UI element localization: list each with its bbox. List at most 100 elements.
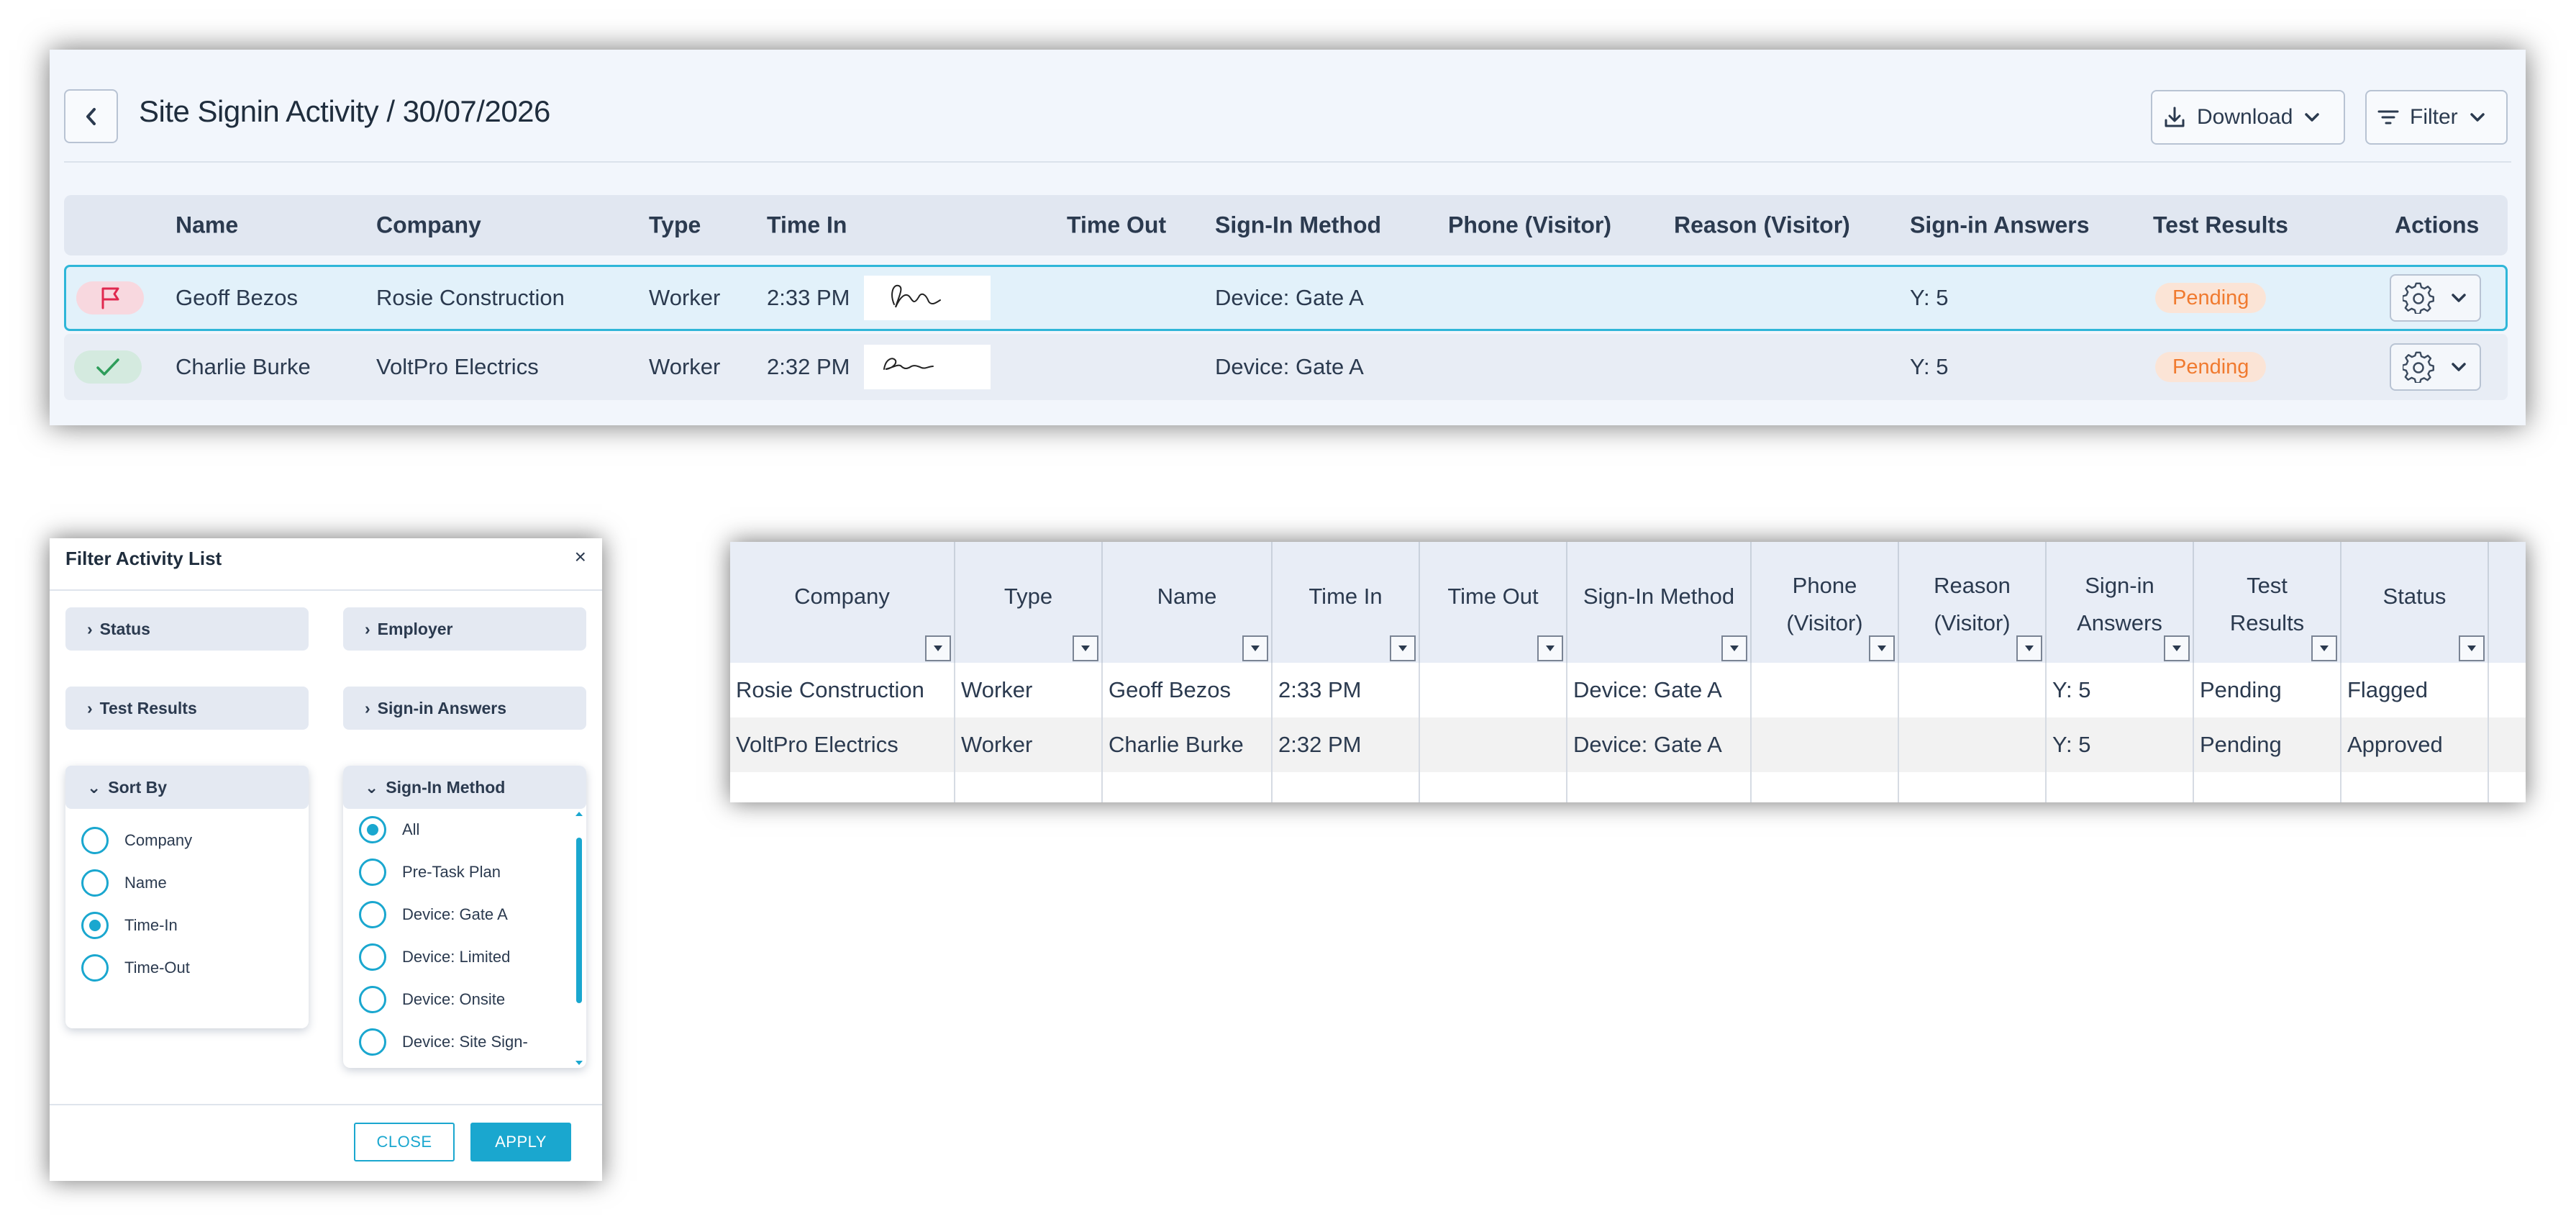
section-signin-answers[interactable]: › Sign-in Answers (343, 687, 586, 730)
table-row[interactable]: Charlie Burke VoltPro Electrics Worker 2… (64, 334, 2508, 400)
signature-image[interactable] (864, 345, 991, 389)
sheet-cell[interactable]: Worker (955, 663, 1103, 717)
column-filter-dropdown[interactable] (1537, 635, 1563, 661)
sheet-cell[interactable] (1567, 772, 1752, 802)
col-time-out[interactable]: Time Out (1067, 212, 1166, 239)
radio-button-selected[interactable] (359, 816, 386, 843)
back-button[interactable] (64, 89, 118, 143)
col-time-in[interactable]: Time In (767, 212, 847, 239)
close-icon[interactable]: × (575, 545, 586, 569)
sheet-cell[interactable] (2341, 772, 2489, 802)
sheet-cell[interactable]: Device: Gate A (1567, 717, 1752, 772)
section-test-results[interactable]: › Test Results (65, 687, 309, 730)
col-signin-method[interactable]: Sign-In Method (1215, 212, 1381, 239)
column-filter-dropdown[interactable] (925, 635, 951, 661)
sheet-cell[interactable]: Y: 5 (2047, 663, 2194, 717)
radio-button[interactable] (81, 869, 109, 897)
sort-option-time-out[interactable]: Time-Out (81, 954, 190, 982)
sheet-cell[interactable]: Charlie Burke (1103, 717, 1273, 772)
section-employer[interactable]: › Employer (343, 607, 586, 651)
col-name[interactable]: Name (176, 212, 238, 239)
radio-button-selected[interactable] (81, 912, 109, 939)
sheet-cell[interactable]: 2:32 PM (1273, 717, 1420, 772)
scroll-down-icon[interactable] (575, 1059, 583, 1066)
scroll-up-icon[interactable] (575, 810, 583, 817)
sheet-cell[interactable]: Y: 5 (2047, 717, 2194, 772)
sheet-cell[interactable] (1752, 772, 1899, 802)
method-option-onsite[interactable]: Device: Onsite (359, 986, 505, 1013)
close-button[interactable]: CLOSE (354, 1123, 455, 1161)
status-approved-chip[interactable] (74, 350, 142, 384)
sheet-cell[interactable]: Pending (2194, 717, 2341, 772)
filter-button[interactable]: Filter (2365, 90, 2508, 145)
radio-button[interactable] (81, 827, 109, 854)
sheet-row[interactable]: VoltPro Electrics Worker Charlie Burke 2… (730, 717, 2526, 772)
sheet-cell[interactable] (730, 772, 955, 802)
sheet-cell[interactable]: Geoff Bezos (1103, 663, 1273, 717)
col-reason-visitor[interactable]: Reason (Visitor) (1674, 212, 1850, 239)
sheet-cell[interactable]: Worker (955, 717, 1103, 772)
radio-button[interactable] (359, 901, 386, 928)
apply-button[interactable]: APPLY (470, 1123, 571, 1161)
col-signin-answers[interactable]: Sign-in Answers (1910, 212, 2090, 239)
sheet-cell[interactable] (1899, 717, 2047, 772)
download-button[interactable]: Download (2151, 90, 2345, 145)
method-option-all[interactable]: All (359, 816, 419, 843)
sheet-cell[interactable]: Device: Gate A (1567, 663, 1752, 717)
col-type[interactable]: Type (649, 212, 701, 239)
sheet-cell[interactable]: Pending (2194, 663, 2341, 717)
row-actions-button[interactable] (2390, 343, 2481, 391)
sheet-cell[interactable] (1752, 663, 1899, 717)
section-status[interactable]: › Status (65, 607, 309, 651)
method-option-site-sign[interactable]: Device: Site Sign- (359, 1028, 528, 1056)
column-filter-dropdown[interactable] (1242, 635, 1268, 661)
sort-option-company[interactable]: Company (81, 827, 192, 854)
sheet-cell[interactable] (2047, 772, 2194, 802)
col-phone-visitor[interactable]: Phone (Visitor) (1448, 212, 1611, 239)
col-test-results[interactable]: Test Results (2153, 212, 2288, 239)
scrollbar-thumb[interactable] (576, 838, 582, 1003)
sheet-cell[interactable] (1899, 772, 2047, 802)
sheet-cell[interactable]: Rosie Construction (730, 663, 955, 717)
radio-button[interactable] (359, 1028, 386, 1056)
radio-button[interactable] (359, 859, 386, 886)
sheet-row-empty[interactable] (730, 772, 2526, 802)
table-row[interactable]: Geoff Bezos Rosie Construction Worker 2:… (64, 265, 2508, 331)
row-actions-button[interactable] (2390, 274, 2481, 322)
sheet-cell[interactable]: Approved (2341, 717, 2489, 772)
sheet-cell[interactable] (1899, 663, 2047, 717)
radio-button[interactable] (81, 954, 109, 982)
status-flag-chip[interactable] (76, 281, 144, 314)
section-signin-method[interactable]: ⌄ Sign-In Method (343, 766, 586, 809)
sort-option-time-in[interactable]: Time-In (81, 912, 178, 939)
sort-option-name[interactable]: Name (81, 869, 167, 897)
column-filter-dropdown[interactable] (2016, 635, 2042, 661)
method-option-pre-task-plan[interactable]: Pre-Task Plan (359, 859, 501, 886)
column-filter-dropdown[interactable] (1390, 635, 1416, 661)
method-option-limited[interactable]: Device: Limited (359, 943, 510, 971)
method-options-scroll[interactable]: All Pre-Task Plan Device: Gate A Device:… (343, 809, 586, 1068)
sheet-cell[interactable] (1273, 772, 1420, 802)
col-company[interactable]: Company (376, 212, 481, 239)
sheet-row[interactable]: Rosie Construction Worker Geoff Bezos 2:… (730, 663, 2526, 717)
sheet-cell[interactable]: Flagged (2341, 663, 2489, 717)
sheet-cell[interactable]: VoltPro Electrics (730, 717, 955, 772)
sheet-cell[interactable] (1420, 772, 1567, 802)
sheet-cell[interactable] (1752, 717, 1899, 772)
signature-image[interactable] (864, 276, 991, 320)
column-filter-dropdown[interactable] (2164, 635, 2190, 661)
sheet-cell[interactable] (1103, 772, 1273, 802)
sheet-cell[interactable] (1420, 717, 1567, 772)
radio-button[interactable] (359, 943, 386, 971)
column-filter-dropdown[interactable] (1073, 635, 1098, 661)
radio-button[interactable] (359, 986, 386, 1013)
method-option-gate-a[interactable]: Device: Gate A (359, 901, 508, 928)
column-filter-dropdown[interactable] (1869, 635, 1895, 661)
sheet-cell[interactable] (955, 772, 1103, 802)
column-filter-dropdown[interactable] (1721, 635, 1747, 661)
sheet-cell[interactable]: 2:33 PM (1273, 663, 1420, 717)
column-filter-dropdown[interactable] (2311, 635, 2337, 661)
section-sort-by[interactable]: ⌄ Sort By (65, 766, 309, 809)
sheet-cell[interactable] (1420, 663, 1567, 717)
sheet-cell[interactable] (2194, 772, 2341, 802)
